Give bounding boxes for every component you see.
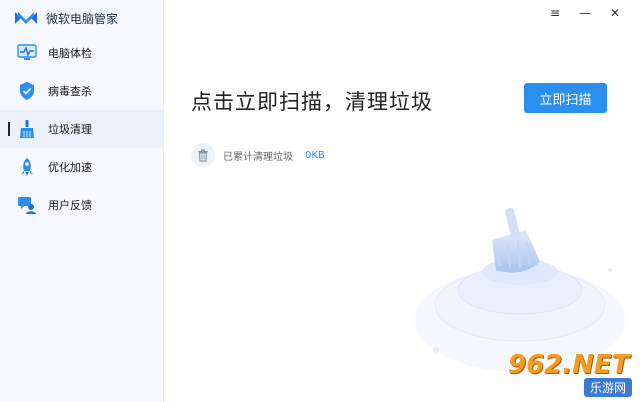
watermark-text: 962.NET [508, 350, 630, 380]
sidebar-item-label: 用户反馈 [48, 199, 92, 212]
page-title: 点击立即扫描，清理垃圾 [191, 90, 433, 114]
window-controls: ≡ — ✕ [548, 6, 622, 20]
sidebar: 微软电脑管家 电脑体检 病毒查杀 垃圾清理 优化加速 用户反馈 [0, 0, 164, 402]
app-logo-icon [15, 12, 37, 24]
cleaned-value: 0KB [305, 149, 325, 161]
sidebar-item-virus-scan[interactable]: 病毒查杀 [0, 72, 163, 110]
shield-icon [16, 80, 38, 102]
cleaned-stats: 已累计清理垃圾 0KB [191, 143, 325, 167]
trash-icon [191, 143, 215, 167]
sidebar-item-junk-clean[interactable]: 垃圾清理 [0, 110, 163, 148]
brand: 微软电脑管家 [14, 8, 118, 28]
sidebar-item-label: 优化加速 [48, 161, 92, 174]
watermark: 962.NET 乐游网 [500, 350, 640, 402]
sidebar-item-feedback[interactable]: 用户反馈 [0, 186, 163, 224]
menu-icon[interactable]: ≡ [548, 6, 562, 20]
sidebar-item-label: 病毒查杀 [48, 85, 92, 98]
watermark-subtext: 乐游网 [583, 378, 632, 397]
sidebar-item-health-check[interactable]: 电脑体检 [0, 34, 163, 72]
sidebar-item-optimize[interactable]: 优化加速 [0, 148, 163, 186]
minimize-icon[interactable]: — [578, 6, 592, 20]
app-title: 微软电脑管家 [46, 11, 119, 26]
sidebar-item-label: 垃圾清理 [48, 123, 92, 136]
monitor-pulse-icon [16, 42, 38, 64]
feedback-icon [16, 194, 38, 216]
rocket-icon [16, 156, 38, 178]
scan-now-button[interactable]: 立即扫描 [524, 83, 607, 113]
broom-icon [16, 118, 38, 140]
close-icon[interactable]: ✕ [608, 6, 622, 20]
cleaned-label: 已累计清理垃圾 [223, 151, 293, 163]
sidebar-nav: 电脑体检 病毒查杀 垃圾清理 优化加速 用户反馈 [0, 34, 163, 224]
sidebar-item-label: 电脑体检 [48, 47, 92, 60]
app-window: 微软电脑管家 电脑体检 病毒查杀 垃圾清理 优化加速 用户反馈 ≡ — ✕ 点击… [0, 0, 640, 402]
